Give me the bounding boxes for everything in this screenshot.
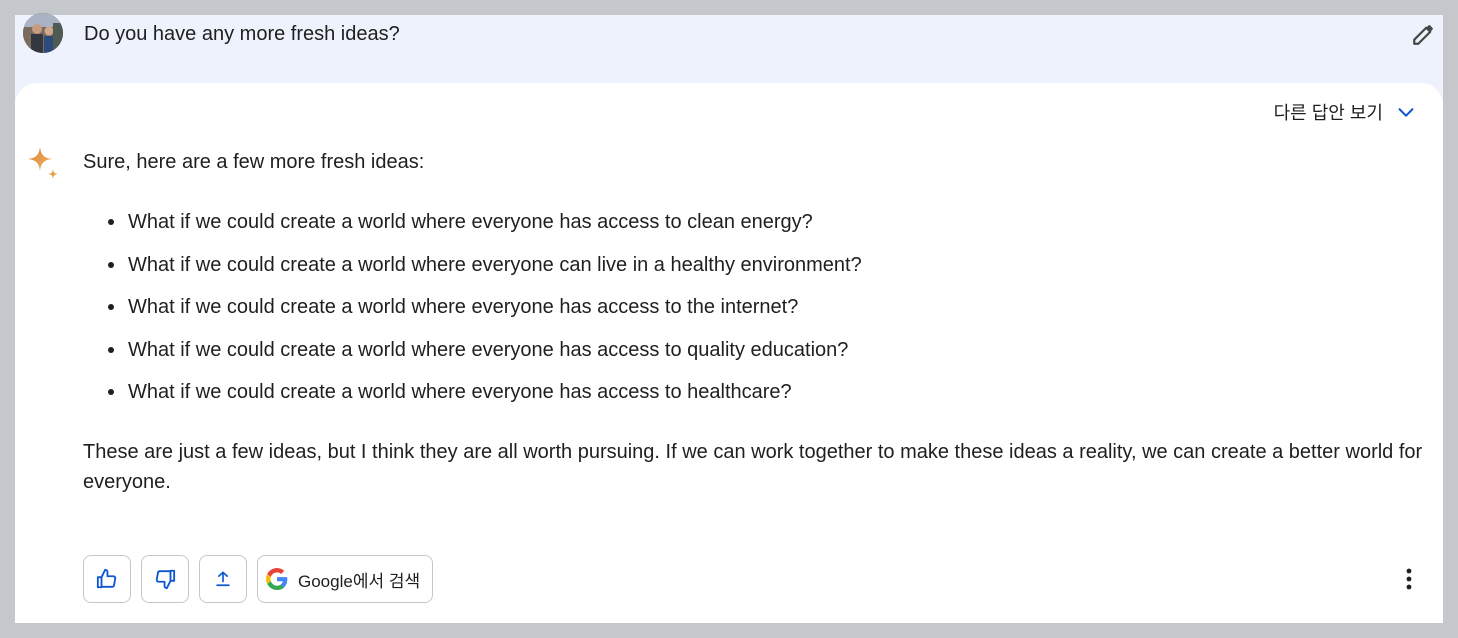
ideas-list: What if we could create a world where ev… xyxy=(83,207,1428,420)
more-options-button[interactable] xyxy=(1393,563,1425,595)
pencil-icon xyxy=(1413,25,1433,45)
response-outro: These are just a few ideas, but I think … xyxy=(83,441,1423,493)
user-prompt-row: Do you have any more fresh ideas? xyxy=(15,13,1443,83)
thumbs-up-button[interactable] xyxy=(83,555,131,603)
list-item: What if we could create a world where ev… xyxy=(83,292,1428,335)
response-card: 다른 답안 보기 Sure, here are a few more fresh… xyxy=(15,83,1443,623)
drafts-label: 다른 답안 보기 xyxy=(1273,103,1383,123)
response-actions: Google에서 검색 xyxy=(83,555,434,605)
thumbs-down-icon xyxy=(155,569,176,590)
prompt-text: Do you have any more fresh ideas? xyxy=(84,23,400,45)
sparkle-icon xyxy=(24,145,64,185)
chevron-down-icon xyxy=(1398,108,1414,117)
response-body: Sure, here are a few more fresh ideas: W… xyxy=(83,147,1428,493)
share-button[interactable] xyxy=(199,555,247,603)
google-search-label: Google에서 검색 xyxy=(298,571,421,591)
thumbs-up-icon xyxy=(96,568,117,589)
conversation-frame: Do you have any more fresh ideas? 다른 답안 … xyxy=(15,13,1443,623)
list-item: What if we could create a world where ev… xyxy=(83,207,1428,250)
google-logo-icon xyxy=(266,568,288,590)
more-vert-icon xyxy=(1406,568,1412,590)
list-item: What if we could create a world where ev… xyxy=(83,377,1428,420)
share-icon xyxy=(216,571,230,587)
google-search-button[interactable]: Google에서 검색 xyxy=(257,555,434,603)
response-intro: Sure, here are a few more fresh ideas: xyxy=(83,151,425,173)
list-item: What if we could create a world where ev… xyxy=(83,335,1428,378)
edit-prompt-button[interactable] xyxy=(1409,19,1439,49)
thumbs-down-button[interactable] xyxy=(141,555,189,603)
view-other-drafts-toggle[interactable]: 다른 답안 보기 xyxy=(1274,99,1417,125)
user-avatar[interactable] xyxy=(23,13,63,53)
list-item: What if we could create a world where ev… xyxy=(83,250,1428,293)
